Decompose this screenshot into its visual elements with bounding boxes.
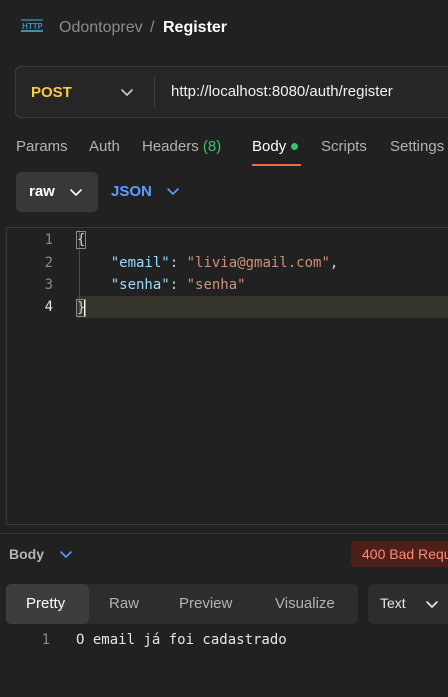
response-view-tabs: Pretty Raw Preview Visualize [6, 584, 358, 624]
active-line-highlight [77, 296, 448, 318]
tab-body[interactable]: Body [252, 138, 299, 155]
breadcrumb-separator: / [150, 19, 155, 36]
tab-headers[interactable]: Headers (8) [142, 138, 221, 155]
tab-auth[interactable]: Auth [89, 138, 120, 155]
response-format-select[interactable]: Text [368, 584, 448, 624]
json-value: "senha" [186, 277, 246, 293]
modified-dot-icon [291, 142, 299, 150]
chevron-down-icon[interactable] [163, 181, 183, 201]
response-body-text[interactable]: O email já foi cadastrado [76, 632, 287, 648]
response-format-label: Text [380, 595, 406, 611]
code-line: "senha": "senha" [77, 277, 246, 293]
headers-count-badge: (8) [202, 138, 222, 155]
breadcrumb-collection[interactable]: Odontoprev [59, 18, 143, 38]
active-tab-indicator [252, 164, 301, 166]
json-comma: , [329, 255, 339, 271]
json-key: "senha" [110, 277, 170, 293]
method-select[interactable]: POST [31, 84, 72, 101]
http-icon: HTTP [20, 16, 44, 38]
svg-text:HTTP: HTTP [22, 22, 43, 31]
chevron-down-icon[interactable] [57, 545, 75, 563]
open-brace: { [75, 231, 87, 249]
divider [0, 533, 448, 534]
chevron-down-icon [66, 182, 86, 202]
json-colon: : [169, 277, 187, 293]
tab-params[interactable]: Params [16, 138, 68, 155]
line-number: 1 [44, 232, 53, 248]
request-bar: POST http://localhost:8080/auth/register [15, 66, 448, 118]
json-value: "livia@gmail.com" [186, 255, 330, 271]
status-badge: 400 Bad Request [351, 541, 448, 567]
tab-body-label: Body [252, 138, 287, 155]
response-section-label[interactable]: Body [9, 546, 44, 562]
view-tab-pretty[interactable]: Pretty [26, 595, 65, 612]
code-line: { [75, 231, 87, 249]
chevron-down-icon [422, 594, 442, 614]
line-number: 2 [44, 255, 53, 271]
code-line: "email": "livia@gmail.com", [77, 255, 339, 271]
body-type-select[interactable]: raw [16, 172, 98, 212]
json-key: "email" [110, 255, 170, 271]
tab-scripts[interactable]: Scripts [321, 138, 367, 155]
divider [154, 77, 155, 107]
json-colon: : [169, 255, 187, 271]
view-tab-visualize[interactable]: Visualize [275, 595, 335, 612]
url-input[interactable]: http://localhost:8080/auth/register [171, 83, 393, 100]
line-number: 3 [44, 277, 53, 293]
line-number: 1 [41, 632, 50, 648]
code-line: } [75, 299, 87, 317]
body-format-select[interactable]: JSON [111, 183, 152, 200]
chevron-down-icon[interactable] [117, 82, 137, 102]
body-type-label: raw [29, 183, 55, 200]
page-title[interactable]: Register [163, 18, 227, 38]
view-tab-preview[interactable]: Preview [179, 595, 232, 612]
tab-settings[interactable]: Settings [390, 138, 444, 155]
tab-headers-label: Headers [142, 138, 199, 155]
code-editor[interactable]: 1 2 3 4 { "email": "livia@gmail.com", "s… [6, 227, 448, 525]
text-cursor [84, 299, 87, 317]
line-number: 4 [44, 299, 53, 315]
view-tab-raw[interactable]: Raw [109, 595, 139, 612]
